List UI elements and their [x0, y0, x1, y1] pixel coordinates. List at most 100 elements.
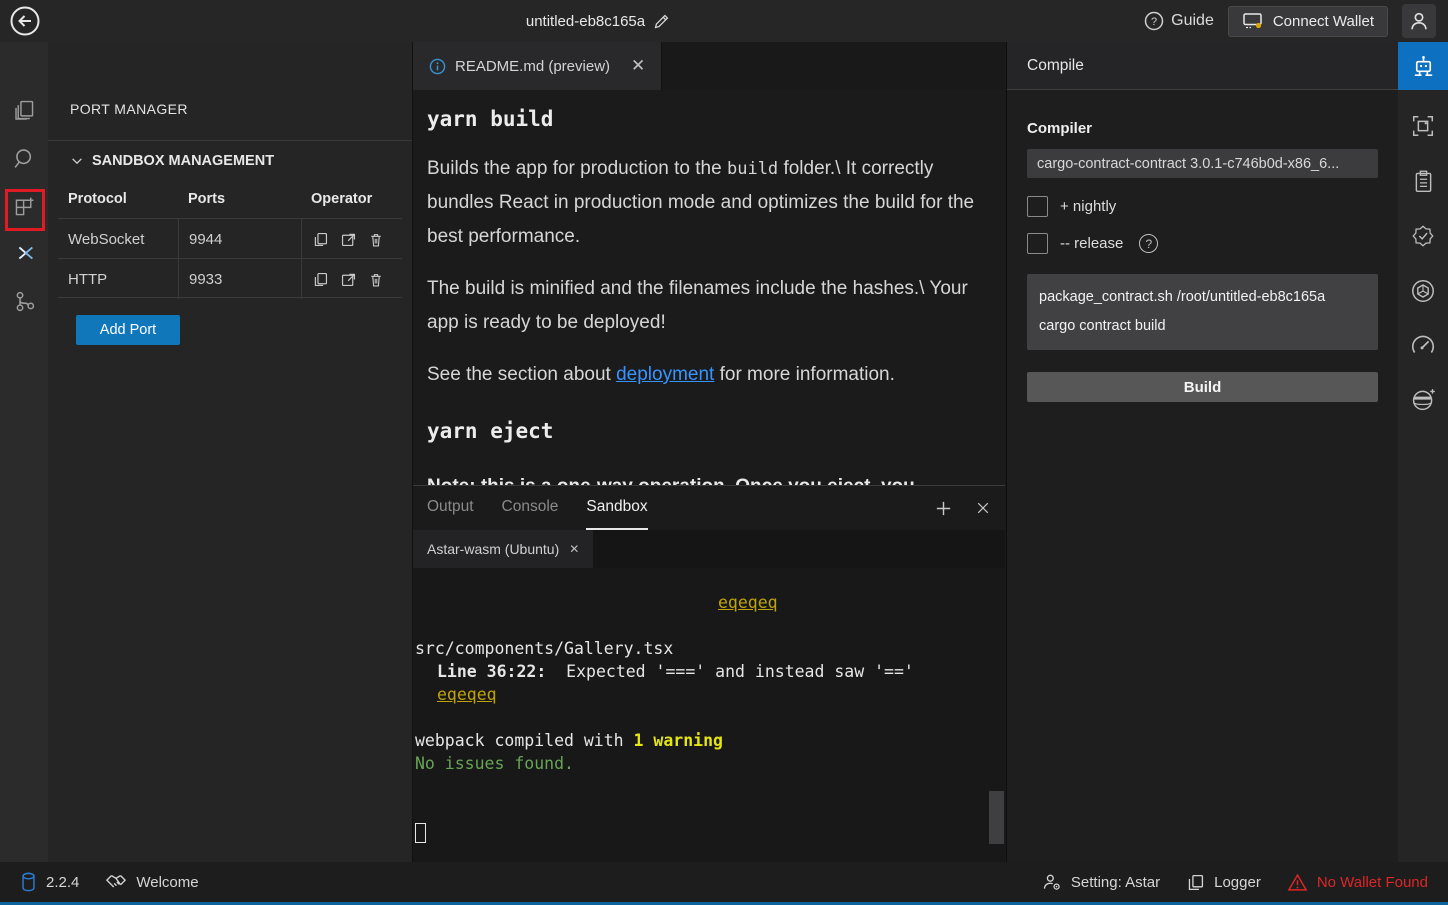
md-code: build [727, 159, 778, 179]
status-bar: 2.2.4 Welcome Setting: Astar Logger No [0, 862, 1448, 905]
table-row: HTTP 9933 [58, 258, 402, 298]
user-settings-icon [1042, 872, 1062, 892]
terminal-line-compiled: webpack compiled with 1 warning [415, 729, 1005, 752]
command-line: package_contract.sh /root/untitled-eb8c1… [1039, 283, 1366, 312]
clipboard-icon[interactable] [1398, 157, 1448, 205]
right-activity-bar [1398, 42, 1448, 862]
terminal-cursor [415, 823, 426, 843]
panel-actions [934, 486, 991, 530]
explorer-icon[interactable] [0, 87, 48, 133]
release-checkbox[interactable] [1027, 233, 1048, 254]
welcome-label: Welcome [136, 874, 198, 891]
editor-group: README.md (preview) ✕ yarn build Builds … [413, 42, 1005, 862]
md-heading-eject: yarn eject [427, 414, 987, 448]
deploy-scan-icon[interactable] [1398, 102, 1448, 150]
tab-readme[interactable]: README.md (preview) ✕ [413, 42, 662, 90]
top-bar: untitled-eb8c165a ? Guide Connect Wallet [0, 0, 1448, 42]
readme-preview: yarn build Builds the app for production… [413, 90, 1005, 485]
close-panel-icon[interactable] [975, 500, 991, 516]
delete-icon[interactable] [368, 231, 384, 248]
logger-icon [1186, 873, 1205, 892]
compiled-text: webpack compiled with [415, 731, 634, 750]
guide-button[interactable]: ? Guide [1144, 11, 1214, 31]
protocol-cell: HTTP [58, 259, 178, 299]
connect-wallet-button[interactable]: Connect Wallet [1228, 6, 1388, 37]
welcome-item[interactable]: Welcome [105, 872, 198, 892]
md-heading-build: yarn build [427, 102, 987, 136]
port-manager-panel: PORT MANAGER SANDBOX MANAGEMENT Protocol… [48, 42, 413, 862]
terminal-scrollbar-thumb[interactable] [989, 791, 1004, 844]
terminal-output[interactable]: eqeqeq src/components/Gallery.tsx Line 3… [413, 568, 1005, 862]
tab-sandbox[interactable]: Sandbox [586, 486, 647, 530]
database-icon [20, 872, 37, 892]
status-left: 2.2.4 Welcome [20, 872, 199, 892]
sandbox-management-section[interactable]: SANDBOX MANAGEMENT [48, 140, 412, 180]
eqeqeq-link[interactable]: eqeqeq [437, 685, 497, 704]
setting-item[interactable]: Setting: Astar [1042, 872, 1160, 892]
git-graph-icon[interactable] [0, 278, 48, 324]
compiler-select[interactable]: cargo-contract-contract 3.0.1-c746b0d-x8… [1027, 149, 1378, 178]
status-right: Setting: Astar Logger No Wallet Found [1042, 872, 1428, 892]
subtab-astar-wasm[interactable]: Astar-wasm (Ubuntu) ✕ [413, 530, 593, 568]
terminal-line [415, 775, 1005, 798]
terminal-subtab-row: Astar-wasm (Ubuntu) ✕ [413, 530, 1005, 568]
nightly-label: + nightly [1060, 198, 1116, 215]
compile-panel: Compile Compiler cargo-contract-contract… [1006, 42, 1398, 862]
logger-label: Logger [1214, 874, 1261, 891]
tab-output[interactable]: Output [427, 486, 474, 530]
tab-console[interactable]: Console [502, 486, 559, 530]
command-line: cargo contract build [1039, 312, 1366, 341]
terminal-line [415, 706, 1005, 729]
add-terminal-icon[interactable] [934, 499, 953, 518]
extensions-icon[interactable] [0, 183, 48, 229]
back-button[interactable] [9, 5, 41, 37]
avatar[interactable] [1402, 4, 1436, 38]
md-note: Note: this is a one-way operation. Once … [427, 470, 987, 485]
md-text: Builds the app for production to the [427, 158, 727, 179]
guide-label: Guide [1171, 12, 1214, 30]
operator-cell [301, 259, 402, 299]
port-manager-icon[interactable] [0, 230, 48, 276]
copy-icon[interactable] [312, 271, 329, 288]
edit-title-icon[interactable] [653, 13, 670, 30]
nightly-checkbox[interactable] [1027, 196, 1048, 217]
terminal-line: eqeqeq [415, 683, 1005, 706]
close-subtab-icon[interactable]: ✕ [569, 542, 579, 556]
warning-icon [1287, 873, 1308, 892]
port-cell: 9944 [178, 219, 301, 259]
left-activity-bar [0, 42, 48, 862]
wallet-icon [1242, 12, 1264, 30]
version-item[interactable]: 2.2.4 [20, 872, 79, 892]
info-icon [429, 58, 446, 75]
search-icon[interactable] [0, 135, 48, 181]
compile-robot-icon[interactable] [1398, 42, 1448, 90]
logger-item[interactable]: Logger [1186, 873, 1261, 892]
build-button[interactable]: Build [1027, 372, 1378, 402]
terminal-line-success: No issues found. [415, 752, 1005, 775]
browser-globe-icon[interactable] [1398, 375, 1448, 423]
md-text: See the section about [427, 364, 616, 385]
gauge-icon[interactable] [1398, 322, 1448, 370]
copy-icon[interactable] [312, 231, 329, 248]
ports-table: Protocol Ports Operator WebSocket 9944 H… [58, 180, 402, 298]
no-wallet-item[interactable]: No Wallet Found [1287, 873, 1428, 892]
compile-panel-body: Compiler cargo-contract-contract 3.0.1-c… [1027, 90, 1378, 402]
open-external-icon[interactable] [340, 271, 357, 288]
release-help-icon[interactable]: ? [1139, 234, 1158, 253]
editor-tab-bar: README.md (preview) ✕ [413, 42, 1005, 90]
terminal-line-warning: Line 36:22: Expected '===' and instead s… [415, 660, 1005, 683]
col-protocol: Protocol [58, 191, 178, 207]
open-external-icon[interactable] [340, 231, 357, 248]
col-operator: Operator [301, 191, 402, 207]
add-port-button[interactable]: Add Port [76, 315, 180, 345]
delete-icon[interactable] [368, 271, 384, 288]
release-option: -- release ? [1027, 233, 1378, 254]
deployment-link[interactable]: deployment [616, 364, 714, 385]
compile-panel-title: Compile [1007, 42, 1398, 90]
eqeqeq-link[interactable]: eqeqeq [718, 593, 778, 612]
build-command-box[interactable]: package_contract.sh /root/untitled-eb8c1… [1027, 274, 1378, 350]
openai-icon[interactable] [1398, 267, 1448, 315]
verify-badge-icon[interactable] [1398, 212, 1448, 260]
port-cell: 9933 [178, 259, 301, 299]
close-tab-icon[interactable]: ✕ [631, 56, 645, 76]
